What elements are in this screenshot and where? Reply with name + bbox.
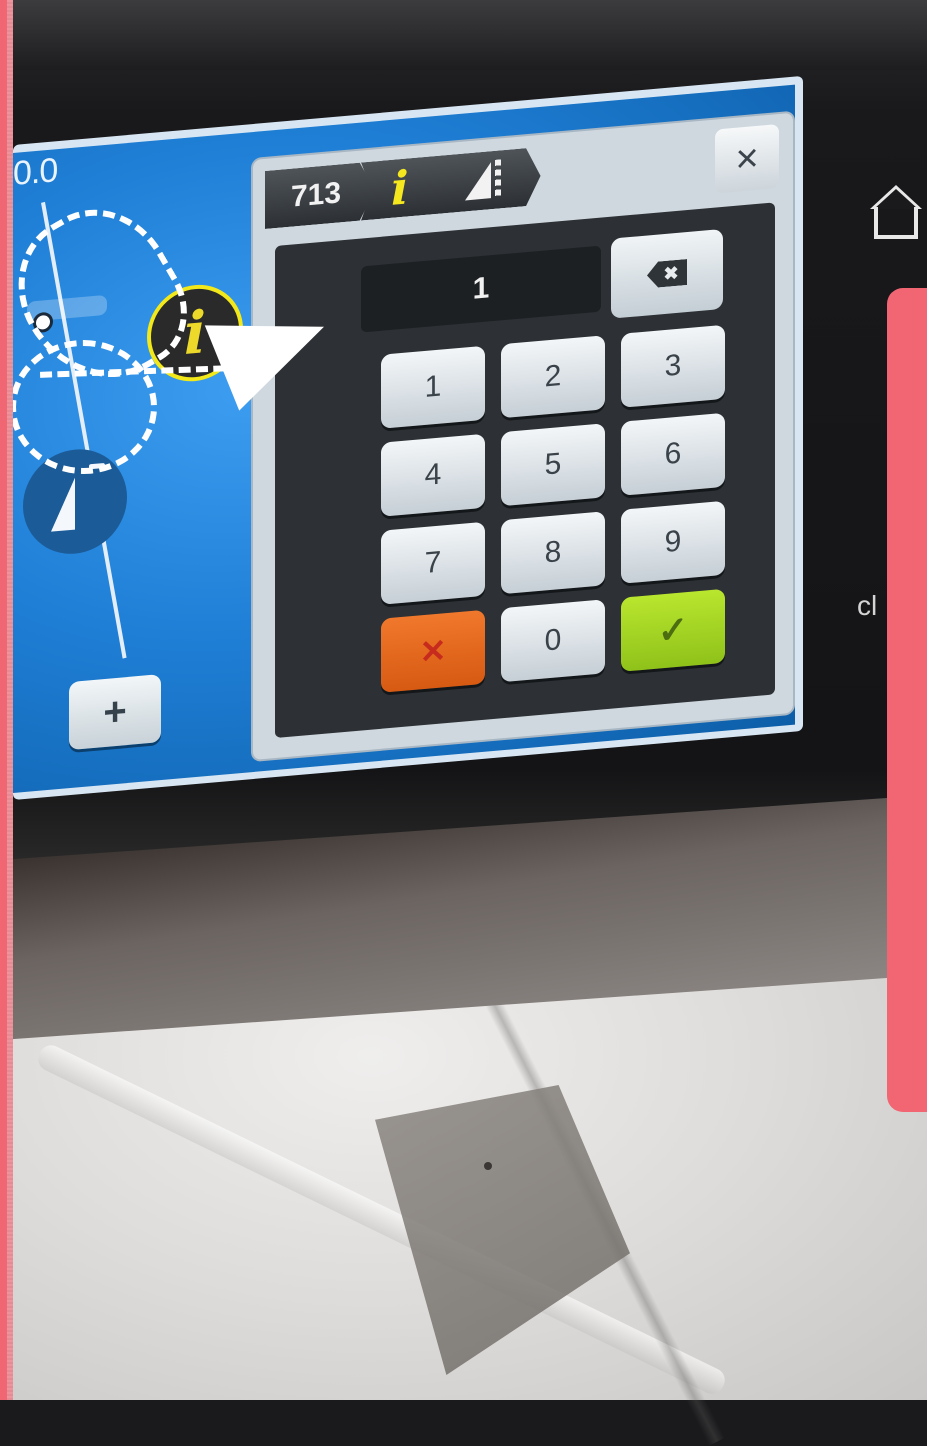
tab-pattern-number[interactable]: 713 — [265, 161, 375, 229]
tab-info[interactable]: i — [361, 155, 450, 221]
backspace-button[interactable]: ✖ — [611, 228, 723, 319]
backspace-icon: ✖ — [647, 259, 687, 288]
tab-stitch-width[interactable] — [437, 147, 541, 214]
side-panel — [887, 288, 927, 1112]
stitch-width-icon — [51, 477, 75, 532]
key-7[interactable]: 7 — [381, 521, 485, 605]
cancel-button[interactable]: ✕ — [381, 609, 485, 693]
keypad-panel: 1 ✖ 1 2 3 4 5 6 7 8 9 ✕ 0 ✓ — [275, 202, 775, 739]
numeric-input-dialog: 713 i × 1 ✖ 1 2 3 4 5 6 7 8 9 ✕ 0 ✓ — [253, 112, 793, 761]
needle-hole — [484, 1162, 492, 1170]
left-border-texture — [7, 0, 13, 1400]
key-8[interactable]: 8 — [501, 511, 605, 595]
key-6[interactable]: 6 — [621, 412, 725, 496]
home-icon[interactable] — [870, 185, 922, 245]
key-4[interactable]: 4 — [381, 433, 485, 517]
key-9[interactable]: 9 — [621, 500, 725, 584]
stitch-width-icon — [459, 159, 507, 203]
dialog-breadcrumb: 713 i — [265, 148, 527, 229]
key-5[interactable]: 5 — [501, 423, 605, 507]
close-button[interactable]: × — [715, 123, 779, 194]
key-3[interactable]: 3 — [621, 324, 725, 408]
side-label: cl — [857, 590, 878, 621]
stitch-value-readout: 0.0 — [13, 151, 58, 193]
value-display: 1 — [361, 245, 601, 333]
info-icon: i — [391, 160, 409, 216]
key-1[interactable]: 1 — [381, 345, 485, 429]
confirm-button[interactable]: ✓ — [621, 588, 725, 672]
key-0[interactable]: 0 — [501, 599, 605, 683]
key-2[interactable]: 2 — [501, 335, 605, 419]
plus-button[interactable]: + — [69, 674, 161, 751]
pattern-number-label: 713 — [291, 176, 342, 214]
